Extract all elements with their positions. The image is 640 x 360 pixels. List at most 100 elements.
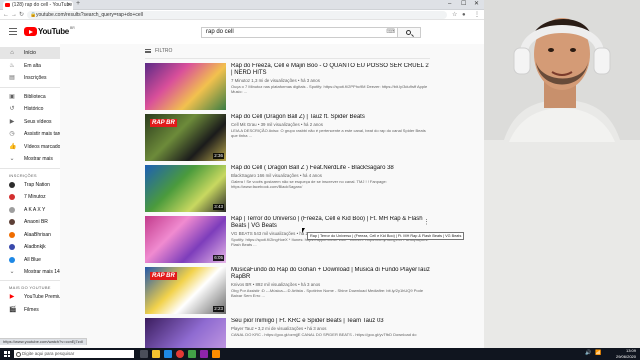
keyboard-icon[interactable]: ⌨ <box>386 28 395 37</box>
channel-name[interactable]: Cell Mit Grau • 39 mil visualizações • h… <box>231 122 323 127</box>
more-item[interactable]: 🎬 Filmes <box>0 304 60 316</box>
star-icon[interactable]: ☆ <box>452 10 457 20</box>
search-input[interactable]: rap do cell ⌨ <box>201 27 398 38</box>
subscription-item[interactable]: All Blue <box>0 254 60 266</box>
liked-icon: 👍 <box>9 143 17 150</box>
video-duration: 6:05 <box>213 255 224 261</box>
subscription-item[interactable]: AlaaBhrisan <box>0 229 60 241</box>
video-thumbnail[interactable]: RAP BR 2:23 <box>145 267 226 314</box>
video-title[interactable]: Rap do Cell (Dragon Ball Z) | Tauz ft. S… <box>231 114 431 121</box>
channel-name[interactable]: Player Tauz • 3,2 mi de visualizações • … <box>231 326 327 331</box>
video-meta: MúsicaFundo do Rap do Gohan + Download |… <box>231 267 431 298</box>
divider <box>145 58 430 59</box>
app-icon[interactable] <box>188 350 196 358</box>
video-title[interactable]: Seu pior Inimigo | Ft. KRC e Spider Beat… <box>231 318 431 325</box>
video-result[interactable]: Seu pior Inimigo | Ft. KRC e Spider Beat… <box>145 318 435 348</box>
task-view-icon[interactable] <box>140 350 148 358</box>
app-icon[interactable] <box>212 350 220 358</box>
video-stats: 1,3 mi de visualizações • há 3 anos <box>251 78 320 83</box>
your-videos-icon: ▶ <box>9 118 15 125</box>
video-result[interactable]: RAP BR 2:36 Rap do Cell (Dragon Ball Z) | … <box>145 114 435 162</box>
video-title[interactable]: MúsicaFundo do Rap do Gohan + Download |… <box>231 267 431 281</box>
search-icon <box>406 30 411 35</box>
subscription-item[interactable]: Trap Nation <box>0 179 60 191</box>
channel-name[interactable]: BlackSagaro <box>231 173 256 178</box>
video-thumbnail[interactable]: RAP BR 2:36 <box>145 114 226 161</box>
watch-later-icon: ◷ <box>9 131 15 137</box>
taskbar-clock[interactable]: 13:09 29/06/2020 <box>616 348 636 360</box>
sidebar-item-7[interactable]: ◷ Assistir mais tarde <box>0 128 60 140</box>
video-channel[interactable]: BlackSagaro 166 mil visualizações • há 4… <box>231 172 431 179</box>
maximize-icon[interactable]: ☐ <box>461 0 466 9</box>
menu-dots-icon[interactable]: ⋮ <box>474 10 480 20</box>
subscription-item[interactable]: 7 Minutoz <box>0 191 60 203</box>
video-thumbnail[interactable] <box>145 318 226 348</box>
browser-tab[interactable]: (128) rap do cell - YouTube ✕ <box>3 1 73 10</box>
video-result[interactable]: 6:05 Rap | Terror do Universo | (Freeza, … <box>145 216 435 264</box>
more-item[interactable]: ▶ YouTube Premium <box>0 291 60 303</box>
chrome-icon[interactable] <box>176 350 184 358</box>
video-channel[interactable]: Knivos BR • 892 mil visualizações • há 3… <box>231 281 431 288</box>
sidebar-item-2[interactable]: ♨ Em alta <box>0 60 60 72</box>
logo-text: YouTube <box>38 27 69 36</box>
sidebar-item-8[interactable]: 👍 Vídeos marcados co... <box>0 141 60 153</box>
channel-name[interactable]: VG BEATS <box>231 231 253 236</box>
video-title[interactable]: Rap | Terror do Universo | (Freeza, Cell… <box>231 216 431 230</box>
channel-avatar <box>9 206 15 213</box>
video-channel[interactable]: 7 Minutoz 1,3 mi de visualizações • há 3… <box>231 77 431 84</box>
subscription-item[interactable]: A K A X Y <box>0 204 60 216</box>
sidebar-item-3[interactable]: ▤ Inscrições <box>0 72 60 84</box>
video-title[interactable]: Rap do Cell ( Dragon Ball Z ) Feat.NerdL… <box>231 165 431 172</box>
close-tab-icon[interactable]: ✕ <box>67 1 71 10</box>
sidebar-item-1[interactable]: ⌂ Início <box>0 47 60 59</box>
show-more-label: Mostrar mais 149 <box>24 269 60 275</box>
profile-icon[interactable]: ● <box>462 10 466 20</box>
video-thumbnail[interactable]: 6:05 <box>145 216 226 263</box>
search-button[interactable] <box>398 27 421 38</box>
edge-icon[interactable] <box>164 350 172 358</box>
video-channel[interactable]: Cell Mit Grau • 39 mil visualizações • h… <box>231 121 431 128</box>
video-thumbnail[interactable]: 3:43 <box>145 165 226 212</box>
video-result[interactable]: RAP BR 2:23 MúsicaFundo do Rap do Gohan + … <box>145 267 435 315</box>
sidebar-item-label: Vídeos marcados co... <box>24 143 60 150</box>
tab-title: (128) rap do cell - YouTube <box>12 2 73 8</box>
forward-icon[interactable]: → <box>11 10 17 20</box>
more-actions-icon[interactable]: ⋮ <box>423 219 430 226</box>
video-result[interactable]: 3:43 Rap do Cell ( Dragon Ball Z ) Feat.N… <box>145 165 435 213</box>
video-thumbnail[interactable] <box>145 63 226 110</box>
sidebar-item-6[interactable]: ▶ Seus vídeos <box>0 116 60 128</box>
channel-name[interactable]: Knivos BR • 892 mil visualizações • há 3… <box>231 282 320 287</box>
sidebar-item-4[interactable]: ▣ Biblioteca <box>0 91 60 103</box>
subscription-label: AlaaBhrisan <box>24 231 51 238</box>
volume-icon[interactable]: 🔊 <box>585 350 591 356</box>
subscription-item[interactable]: Aladbnkjk <box>0 241 60 253</box>
close-window-icon[interactable]: ✕ <box>474 0 479 9</box>
taskbar-search-input[interactable]: Digite aqui para pesquisar <box>14 350 134 358</box>
filter-button[interactable]: FILTRO <box>145 47 172 55</box>
channel-name[interactable]: 7 Minutoz <box>231 78 250 83</box>
file-explorer-icon[interactable] <box>152 350 160 358</box>
subscription-item[interactable]: Anaoni BR <box>0 216 60 228</box>
logo-country: BR <box>69 26 75 30</box>
sidebar-item-9[interactable]: ⌄ Mostrar mais <box>0 153 60 165</box>
video-channel[interactable]: Player Tauz • 3,2 mi de visualizações • … <box>231 325 431 332</box>
network-icon[interactable]: 📶 <box>595 350 601 356</box>
reload-icon[interactable]: ↻ <box>19 10 24 20</box>
url-field[interactable]: 🔒 youtube.com/results?search_query=rap+d… <box>27 11 447 19</box>
windows-start-icon[interactable] <box>4 351 10 357</box>
app-icon[interactable] <box>200 350 208 358</box>
new-tab-icon[interactable]: + <box>76 0 80 7</box>
minimize-icon[interactable]: – <box>448 0 451 9</box>
windows-taskbar: Digite aqui para pesquisar 🔊 📶 13:09 29/… <box>0 348 640 360</box>
channel-avatar <box>9 231 15 238</box>
sidebar-item-5[interactable]: ↺ Histórico <box>0 103 60 115</box>
video-title[interactable]: Rap do Freeza, Cell e Majin Boo - O QUAN… <box>231 63 431 77</box>
search-value: rap do cell <box>206 29 234 35</box>
youtube-logo[interactable]: YouTube BR <box>24 26 75 37</box>
show-more-subscriptions[interactable]: ⌄ Mostrar mais 149 <box>0 266 60 278</box>
video-description: Ouça o 7 Minutoz nas plataformas digitai… <box>231 84 428 94</box>
video-stats: 166 mil visualizações • há 4 anos <box>257 173 322 178</box>
video-result[interactable]: Rap do Freeza, Cell e Majin Boo - O QUAN… <box>145 63 435 111</box>
hamburger-menu-icon[interactable] <box>9 28 17 35</box>
back-icon[interactable]: ← <box>3 10 9 20</box>
